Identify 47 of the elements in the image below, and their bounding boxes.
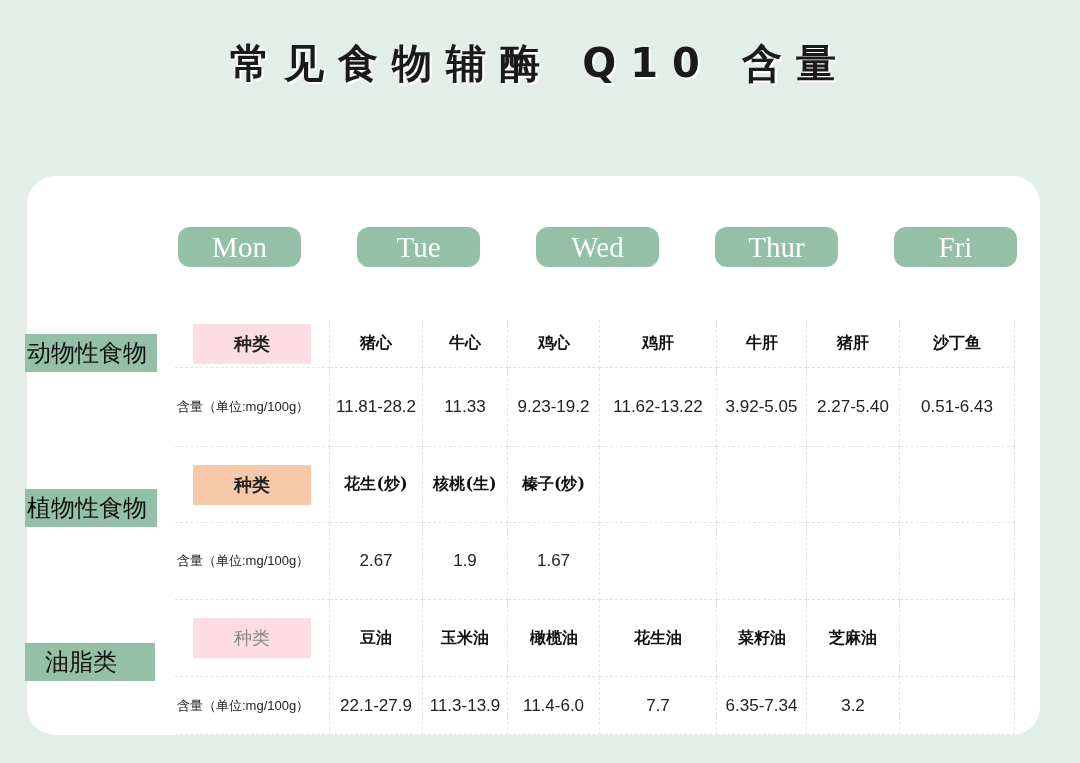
amount-value: 11.62-13.22 bbox=[613, 397, 703, 417]
food-name: 花生(炒) bbox=[344, 474, 408, 495]
food-name: 菜籽油 bbox=[737, 627, 786, 649]
food-name: 橄榄油 bbox=[529, 627, 578, 649]
amount-value: 3.2 bbox=[841, 695, 865, 716]
amount-label: 含量（单位:mg/100g） bbox=[177, 398, 310, 416]
amount-value: 2.27-5.40 bbox=[817, 397, 889, 417]
amount-value: 1.9 bbox=[453, 551, 477, 571]
amount-value: 6.35-7.34 bbox=[725, 695, 798, 716]
amount-value: 11.81-28.2 bbox=[336, 397, 416, 417]
day-label: Fri bbox=[894, 227, 1017, 267]
amount-value: 9.23-19.2 bbox=[517, 397, 590, 417]
food-name: 沙丁鱼 bbox=[933, 333, 981, 354]
amount-value: 0.51-6.43 bbox=[921, 397, 993, 417]
food-name: 鸡肝 bbox=[642, 333, 674, 354]
amount-value: 7.7 bbox=[646, 695, 670, 716]
amount-value: 11.33 bbox=[444, 397, 486, 417]
amount-value: 22.1-27.9 bbox=[340, 695, 412, 716]
food-name: 核桃(生) bbox=[433, 474, 497, 495]
amount-value: 11.3-13.9 bbox=[429, 695, 501, 716]
amount-value: 2.67 bbox=[359, 551, 393, 571]
amount-value: 3.92-5.05 bbox=[725, 397, 798, 417]
category-label: 种类 bbox=[193, 323, 311, 364]
page-title: 常见食物辅酶 Q10 含量 bbox=[230, 39, 850, 88]
day-label: Tue bbox=[357, 227, 480, 267]
amount-value: 11.4-6.0 bbox=[522, 695, 585, 716]
day-label: Wed bbox=[536, 227, 659, 267]
food-name: 猪肝 bbox=[837, 333, 869, 354]
amount-label: 含量（单位:mg/100g） bbox=[177, 696, 310, 715]
section-label: 油脂类 bbox=[25, 643, 155, 681]
food-name: 鸡心 bbox=[537, 333, 570, 354]
day-label: Thur bbox=[715, 227, 838, 267]
section-label: 动物性食物 bbox=[25, 334, 157, 372]
food-name: 牛肝 bbox=[745, 333, 778, 354]
category-label: 种类 bbox=[193, 618, 311, 658]
food-name: 豆油 bbox=[360, 627, 392, 649]
food-name: 猪心 bbox=[360, 333, 392, 354]
category-label: 种类 bbox=[193, 464, 311, 505]
food-name: 榛子(炒) bbox=[521, 474, 586, 495]
amount-label: 含量（单位:mg/100g） bbox=[177, 552, 310, 570]
food-name: 花生油 bbox=[634, 627, 682, 649]
food-name: 芝麻油 bbox=[829, 627, 877, 649]
amount-value: 1.67 bbox=[536, 551, 571, 571]
day-label: Mon bbox=[178, 227, 301, 267]
food-name: 牛心 bbox=[449, 333, 481, 354]
section-label: 植物性食物 bbox=[25, 489, 157, 527]
food-name: 玉米油 bbox=[441, 627, 489, 649]
